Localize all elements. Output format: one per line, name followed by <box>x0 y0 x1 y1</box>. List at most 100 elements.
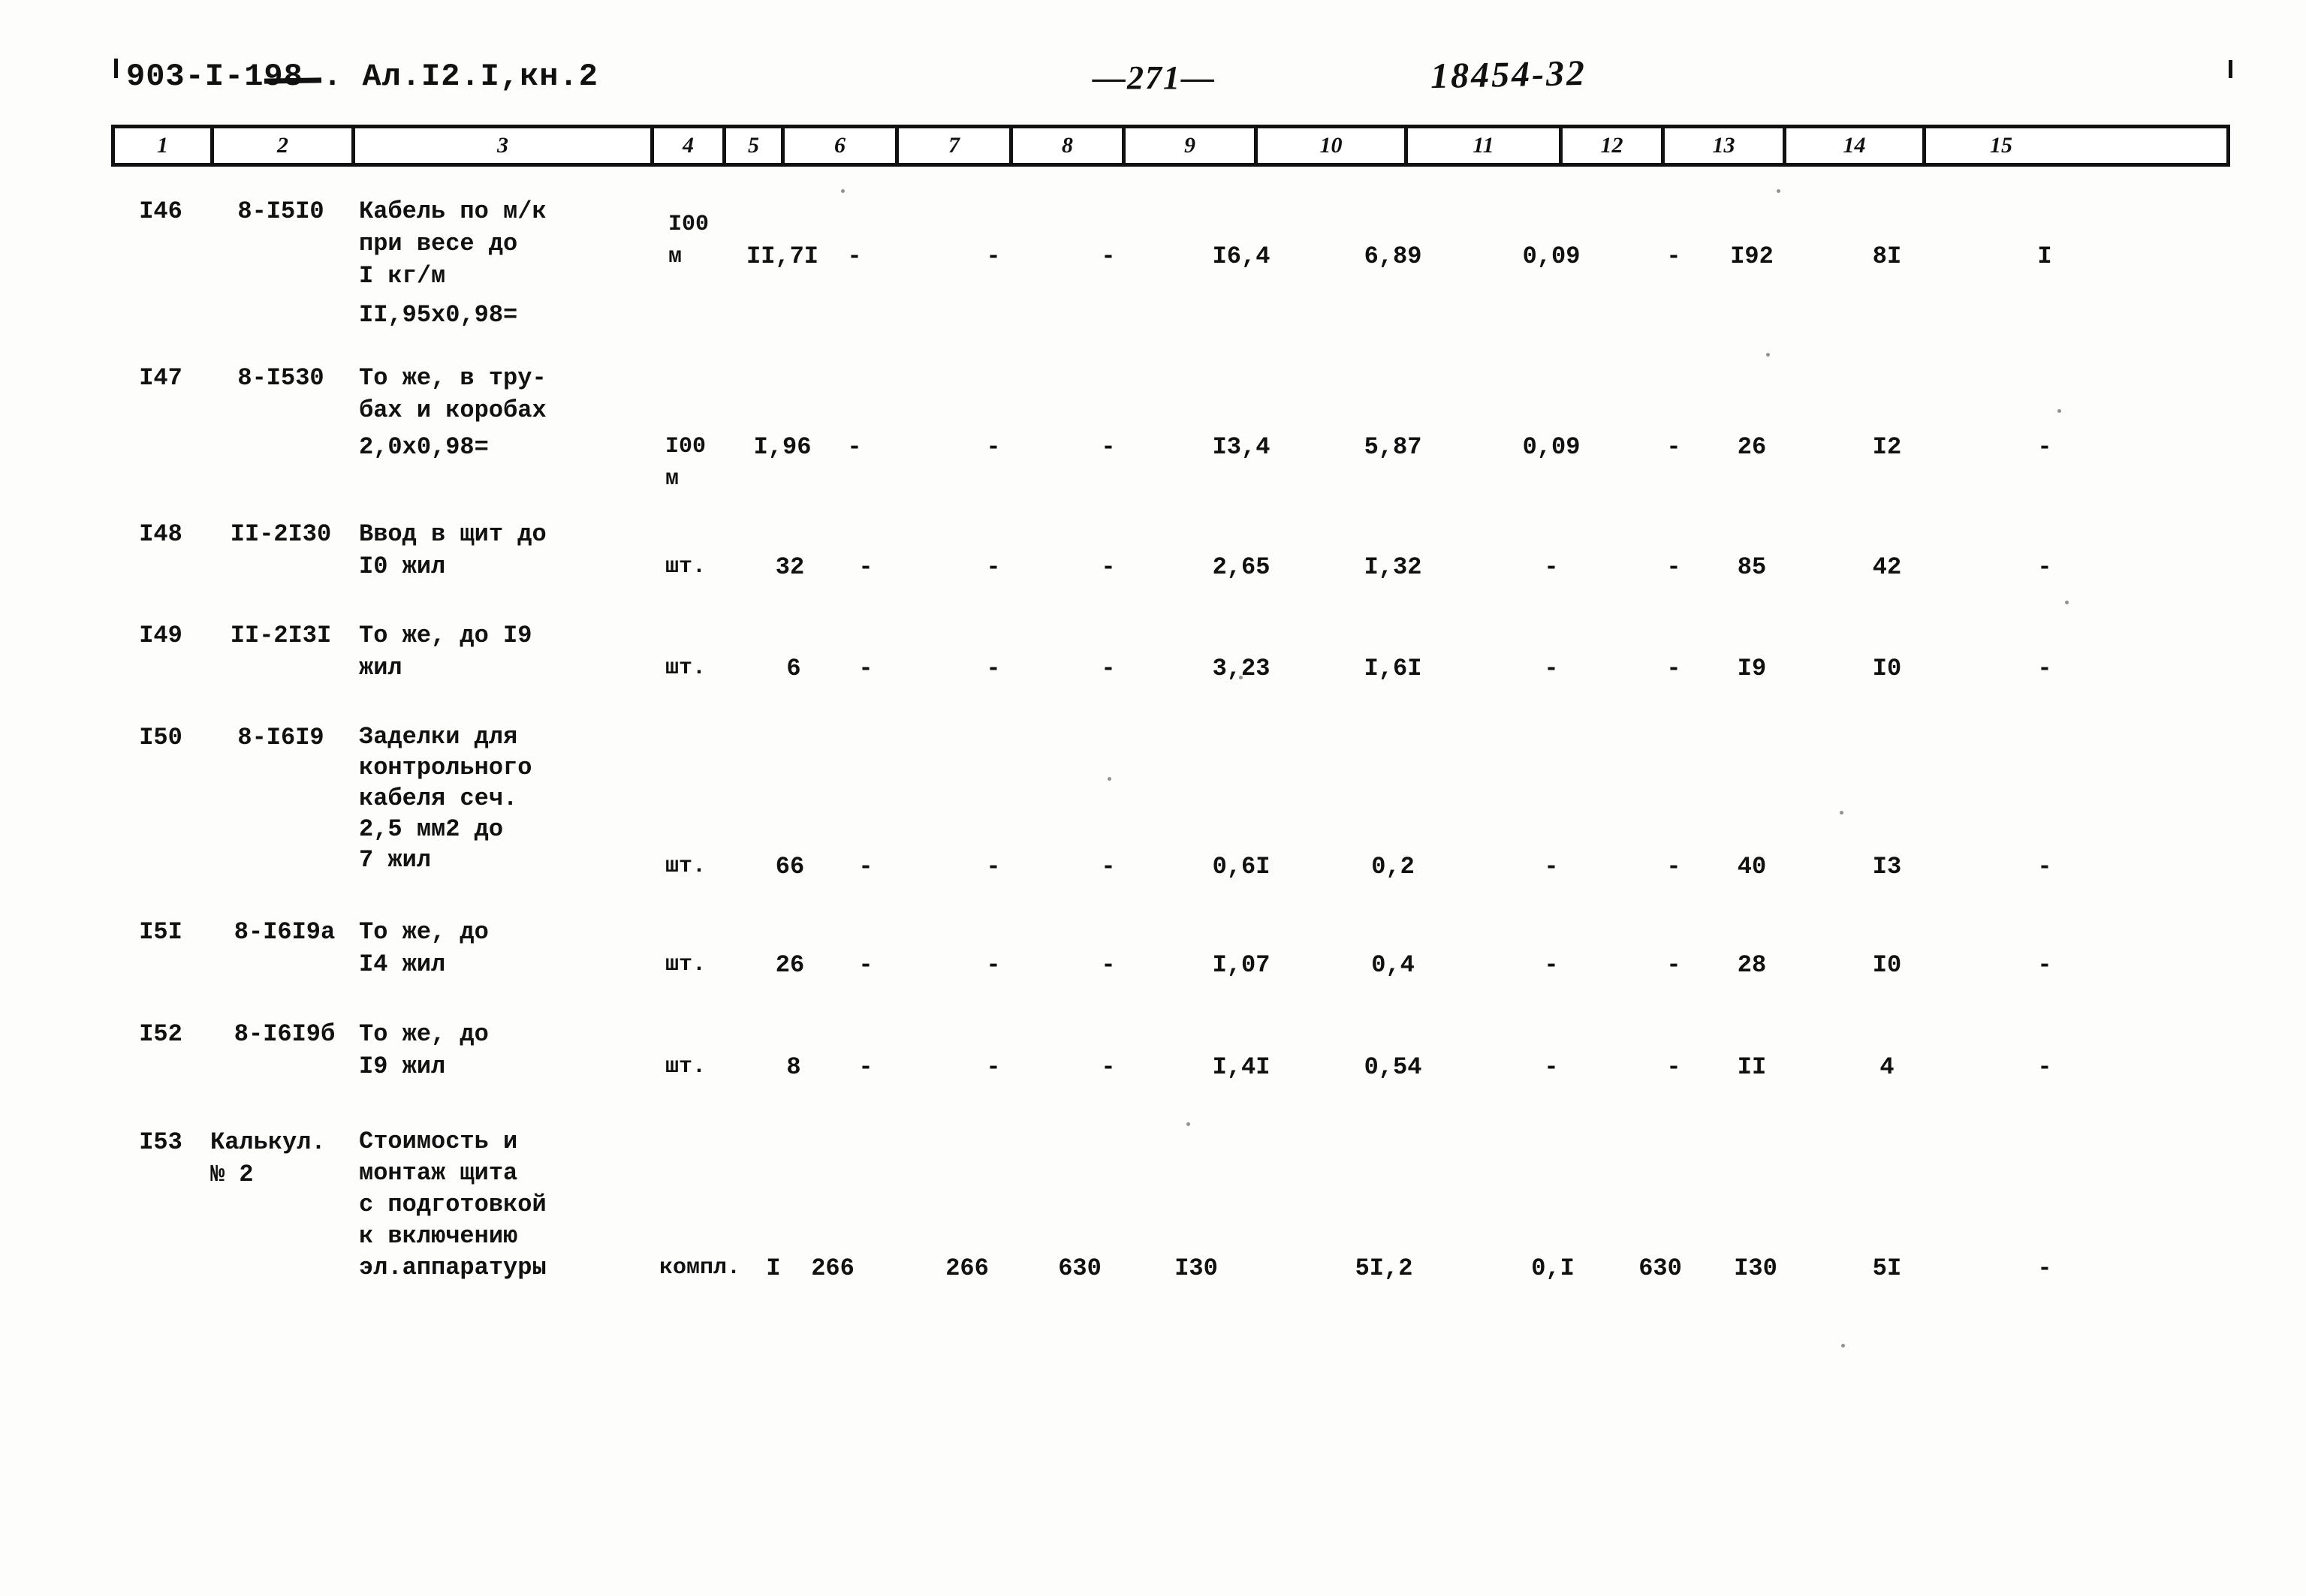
row-col14: I3 <box>1872 853 1902 881</box>
row-col11: - <box>1544 553 1559 581</box>
column-header-11: 11 <box>1408 128 1563 163</box>
row-col6: - <box>847 433 862 461</box>
row-col12: 630 <box>1638 1254 1682 1282</box>
estimate-table: 1 2 3 4 5 6 7 8 9 10 11 12 13 14 15 I46 … <box>111 125 2230 1332</box>
row-col10: 6,89 <box>1364 242 1422 270</box>
row-description: То же, до I9 жил <box>359 1020 489 1080</box>
row-col11: - <box>1544 951 1559 979</box>
table-row: I49 II-2I3I То же, до I9 жил шт. 6 - - -… <box>111 613 2230 715</box>
row-col12: - <box>1666 242 1681 270</box>
scan-speckle <box>2065 601 2069 604</box>
row-col11: - <box>1544 1053 1559 1081</box>
row-col14: I0 <box>1872 951 1902 979</box>
row-col8: - <box>1101 553 1116 581</box>
scanned-page: 903-I-198 . Ал.I2.I,кн.2 —271— 18454-32 … <box>0 0 2306 1596</box>
row-unit: шт. <box>665 854 707 879</box>
row-col10: 5,87 <box>1364 433 1422 461</box>
row-col8: - <box>1101 951 1116 979</box>
row-code: 8-I6I9б <box>234 1020 336 1048</box>
row-unit: I00 м <box>665 434 707 492</box>
row-col14: 5I <box>1872 1254 1902 1282</box>
column-header-14: 14 <box>1786 128 1926 163</box>
row-col8: - <box>1101 1053 1116 1081</box>
archive-stamp: 18454-32 <box>1430 53 1587 97</box>
column-header-8: 8 <box>1013 128 1126 163</box>
row-position: I5I <box>139 918 182 946</box>
row-col9: 0,6I <box>1212 853 1271 881</box>
row-code: 8-I530 <box>237 364 324 392</box>
row-col6: - <box>847 242 862 270</box>
row-col13: I92 <box>1730 242 1774 270</box>
row-code: II-2I30 <box>230 520 332 548</box>
row-col13: I9 <box>1737 655 1767 682</box>
table-row: I46 8-I5I0 Кабель по м/к при весе до I к… <box>111 167 2230 354</box>
row-col12: - <box>1666 853 1681 881</box>
scan-speckle <box>1239 676 1243 679</box>
row-unit: шт. <box>665 554 707 580</box>
row-col15: I <box>2037 242 2052 270</box>
row-col14: I2 <box>1872 433 1902 461</box>
row-position: I46 <box>139 197 182 225</box>
row-col7: - <box>986 553 1001 581</box>
row-col13: 85 <box>1737 553 1767 581</box>
column-header-6: 6 <box>785 128 899 163</box>
row-col7: - <box>986 951 1001 979</box>
document-code: 903-I-198 . Ал.I2.I,кн.2 <box>126 59 598 95</box>
row-col13: 40 <box>1737 853 1767 881</box>
row-col9: I3,4 <box>1212 433 1271 461</box>
column-header-1: 1 <box>115 128 214 163</box>
row-col12: - <box>1666 553 1681 581</box>
row-col7: 266 <box>945 1254 989 1282</box>
column-header-9: 9 <box>1126 128 1258 163</box>
row-col11: 0,09 <box>1522 433 1581 461</box>
row-col7: - <box>986 853 1001 881</box>
row-col10: 5I,2 <box>1355 1254 1413 1282</box>
row-col7: - <box>986 433 1001 461</box>
row-quantity: II,7I <box>746 242 818 270</box>
table-row: I52 8-I6I9б То же, до I9 жил шт. 8 - - -… <box>111 1016 2230 1122</box>
row-col6: - <box>858 853 873 881</box>
row-col7: - <box>986 1053 1001 1081</box>
column-header-13: 13 <box>1665 128 1786 163</box>
row-col10: I,6I <box>1364 655 1422 682</box>
row-position: I49 <box>139 622 182 649</box>
row-unit: шт. <box>665 655 707 681</box>
table-row: I50 8-I6I9 Заделки для контрольного кабе… <box>111 715 2230 914</box>
row-col6: 266 <box>811 1254 855 1282</box>
row-col13: II <box>1737 1053 1767 1081</box>
column-header-12: 12 <box>1563 128 1665 163</box>
row-quantity: I <box>766 1254 781 1282</box>
row-col9: 2,65 <box>1212 553 1271 581</box>
page-number: —271— <box>1093 59 1216 96</box>
row-col15: - <box>2037 433 2052 461</box>
row-formula: 2,0х0,98= <box>359 433 489 461</box>
row-col14: I0 <box>1872 655 1902 682</box>
row-description: То же, до I9 жил <box>359 622 532 682</box>
row-col15: - <box>2037 1053 2052 1081</box>
row-col11: - <box>1544 853 1559 881</box>
row-col12: - <box>1666 951 1681 979</box>
row-unit: шт. <box>665 952 707 977</box>
row-col9: 3,23 <box>1212 655 1271 682</box>
row-col12: - <box>1666 1053 1681 1081</box>
column-header-10: 10 <box>1258 128 1408 163</box>
row-col6: - <box>858 655 873 682</box>
scan-speckle <box>1841 1344 1845 1348</box>
row-col8: - <box>1101 433 1116 461</box>
row-col11: - <box>1544 655 1559 682</box>
row-col9: I,4I <box>1212 1053 1271 1081</box>
row-code: II-2I3I <box>230 622 332 649</box>
column-header-2: 2 <box>214 128 355 163</box>
row-code: 8-I6I9 <box>237 724 324 751</box>
row-description: Стоимость и монтаж щита с подготовкой к … <box>359 1128 547 1281</box>
row-col6: - <box>858 553 873 581</box>
scan-speckle <box>1840 811 1843 815</box>
row-col8: 630 <box>1058 1254 1102 1282</box>
row-col13: 26 <box>1737 433 1767 461</box>
row-position: I48 <box>139 520 182 548</box>
row-description: Кабель по м/к при весе до I кг/м <box>359 197 547 290</box>
row-col13: I30 <box>1734 1254 1777 1282</box>
row-unit: шт. <box>665 1054 707 1080</box>
row-col6: - <box>858 951 873 979</box>
row-col8: - <box>1101 242 1116 270</box>
